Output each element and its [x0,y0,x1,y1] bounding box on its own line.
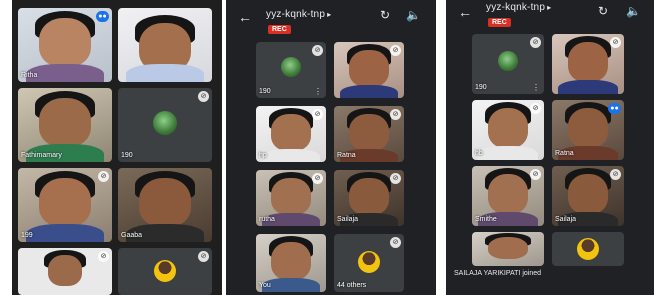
participant-tile[interactable]: ●● Ratna [552,100,624,160]
participant-tile[interactable]: ⊘ 190 ⋮ [256,42,326,98]
participant-tile[interactable]: ⊘ hb [472,100,544,160]
avatar [498,51,518,71]
participant-tile[interactable]: ⊘ 190 ⋮ [472,34,544,94]
others-count: 44 others [337,282,367,289]
participant-name: Sailaja [555,216,577,223]
participant-tile[interactable]: ⊘ Ratna [334,106,404,162]
mic-off-icon: ⊘ [390,173,401,184]
participant-tile[interactable]: ⊘ [118,248,212,295]
participant-name: Ritha [21,72,38,79]
participant-tile[interactable]: ⊘ 190 [118,88,212,162]
meet-grid-screenshot-3: ← yyz-kqnk-tnp ▸ REC ↻ 🔈 ⊘ 190 ⋮ ⊘ ⊘ hb ●… [446,0,654,295]
participant-tile[interactable]: ⊘ rutha [256,170,326,226]
meeting-header: ← yyz-kqnk-tnp ▸ REC ↻ 🔈 [226,0,436,40]
join-notification: SAILAJA YARIKIPATI joined [454,270,542,277]
avatar [281,57,301,77]
participant-tile[interactable]: ⊘ 199 [18,168,112,242]
mic-off-icon: ⊘ [390,45,401,56]
speaking-indicator-icon: ●● [608,103,621,114]
mic-off-icon: ⊘ [390,237,401,248]
participant-tile[interactable] [118,8,212,82]
participant-tile[interactable]: ⊘ Smithe [472,166,544,226]
participant-name: hb [475,150,483,157]
participant-name: Ratna [337,152,356,159]
participant-name: Sailaja [337,216,359,223]
mic-off-icon: ⊘ [98,171,109,182]
mic-off-icon: ⊘ [530,37,541,48]
avatar [358,251,380,273]
participant-name: Ratna [555,150,574,157]
mic-off-icon: ⊘ [530,103,541,114]
more-vert-icon[interactable]: ⋮ [532,83,540,92]
participant-tile[interactable]: ⊘ hp [256,106,326,162]
participant-name: Fathimamary [21,152,62,159]
switch-camera-icon[interactable]: ↻ [380,8,390,22]
recording-badge: REC [268,25,291,34]
mic-off-icon: ⊘ [610,169,621,180]
participant-tile[interactable]: Gaaba [118,168,212,242]
meeting-code[interactable]: yyz-kqnk-tnp ▸ [266,9,331,20]
participant-tile[interactable]: ⊘ [334,42,404,98]
avatar [154,259,176,282]
participant-name: hp [259,152,267,159]
participant-tile[interactable]: ●● Ritha [18,8,112,82]
mic-off-icon: ⊘ [98,251,109,262]
meeting-code[interactable]: yyz-kqnk-tnp ▸ [486,2,551,13]
avatar [153,111,177,135]
speaker-icon[interactable]: 🔈 [626,4,641,18]
mic-off-icon: ⊘ [530,169,541,180]
participant-name: 199 [21,232,33,239]
arrow-left-icon[interactable]: ← [458,4,472,20]
participant-name: Gaaba [121,232,143,239]
self-view-tile[interactable] [472,232,544,266]
participant-name: 190 [121,152,133,159]
participant-tile[interactable]: ⊘ [18,248,112,295]
self-view-tile[interactable]: You [256,234,326,292]
participant-tile[interactable]: ⊘ [552,34,624,94]
speaking-indicator-icon: ●● [96,11,109,22]
arrow-left-icon[interactable]: ← [238,9,252,25]
participant-name: You [259,282,271,289]
mic-off-icon: ⊘ [390,109,401,120]
meet-grid-screenshot-2: ← yyz-kqnk-tnp ▸ REC ↻ 🔈 ⊘ 190 ⋮ ⊘ ⊘ hp ⊘… [226,0,436,295]
others-tile[interactable] [552,232,624,266]
participant-name: 190 [475,84,487,91]
avatar [577,238,599,260]
participant-name: rutha [259,216,275,223]
meet-grid-screenshot-1: ●● Ritha Fathimamary ⊘ 190 ⊘ 199 Gaaba ⊘… [12,0,222,295]
mic-off-icon: ⊘ [312,109,323,120]
recording-badge: REC [488,18,511,27]
others-tile[interactable]: ⊘ 44 others [334,234,404,292]
mic-off-icon: ⊘ [198,91,209,102]
mic-off-icon: ⊘ [312,45,323,56]
participant-name: Smithe [475,216,497,223]
mic-off-icon: ⊘ [610,37,621,48]
mic-off-icon: ⊘ [312,173,323,184]
participant-name: 190 [259,88,271,95]
participant-tile[interactable]: ⊘ Sailaja [334,170,404,226]
participant-tile[interactable]: Fathimamary [18,88,112,162]
more-vert-icon[interactable]: ⋮ [314,87,322,96]
speaker-icon[interactable]: 🔈 [406,8,421,22]
mic-off-icon: ⊘ [198,251,209,262]
switch-camera-icon[interactable]: ↻ [598,4,608,18]
participant-tile[interactable]: ⊘ Sailaja [552,166,624,226]
